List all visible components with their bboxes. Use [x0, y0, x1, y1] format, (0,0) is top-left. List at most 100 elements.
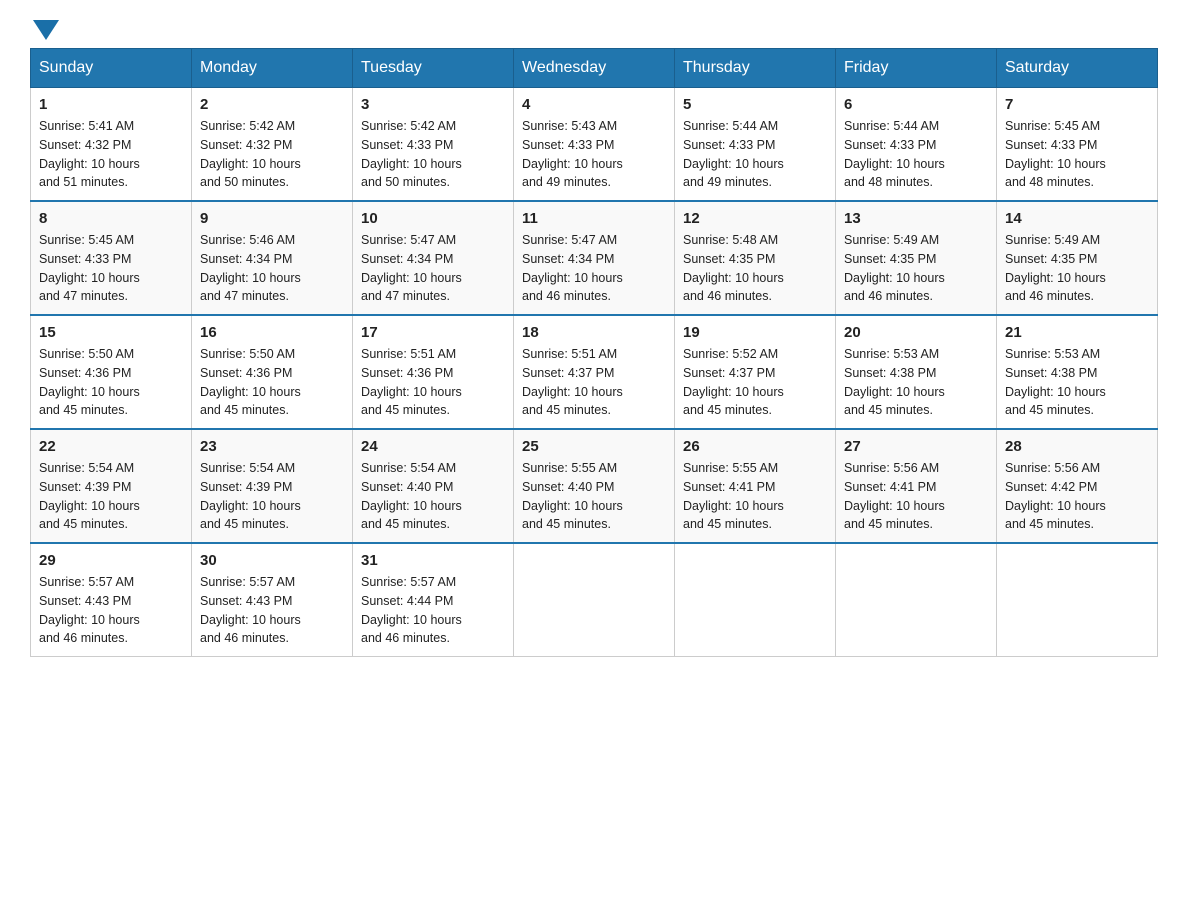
weekday-header-sunday: Sunday [31, 49, 192, 88]
calendar-week-row: 22 Sunrise: 5:54 AMSunset: 4:39 PMDayligh… [31, 429, 1158, 543]
day-number: 14 [1005, 210, 1149, 227]
calendar-cell: 26 Sunrise: 5:55 AMSunset: 4:41 PMDayligh… [675, 429, 836, 543]
calendar-cell: 18 Sunrise: 5:51 AMSunset: 4:37 PMDayligh… [514, 315, 675, 429]
day-number: 26 [683, 438, 827, 455]
calendar-cell: 12Sunrise: 5:48 AMSunset: 4:35 PMDayligh… [675, 201, 836, 315]
day-info: Sunrise: 5:56 AMSunset: 4:41 PMDaylight:… [844, 459, 988, 534]
calendar-cell: 23 Sunrise: 5:54 AMSunset: 4:39 PMDayligh… [192, 429, 353, 543]
day-number: 17 [361, 324, 505, 341]
day-info: Sunrise: 5:57 AMSunset: 4:44 PMDaylight:… [361, 573, 505, 648]
day-info: Sunrise: 5:54 AMSunset: 4:39 PMDaylight:… [200, 459, 344, 534]
day-number: 3 [361, 96, 505, 113]
day-info: Sunrise: 5:45 AMSunset: 4:33 PMDaylight:… [39, 231, 183, 306]
calendar-cell: 7 Sunrise: 5:45 AMSunset: 4:33 PMDaylight… [997, 88, 1158, 202]
day-info: Sunrise: 5:53 AMSunset: 4:38 PMDaylight:… [1005, 345, 1149, 420]
weekday-header-wednesday: Wednesday [514, 49, 675, 88]
day-info: Sunrise: 5:48 AMSunset: 4:35 PMDaylight:… [683, 231, 827, 306]
calendar-cell: 22 Sunrise: 5:54 AMSunset: 4:39 PMDayligh… [31, 429, 192, 543]
calendar-table: SundayMondayTuesdayWednesdayThursdayFrid… [30, 48, 1158, 657]
day-info: Sunrise: 5:51 AMSunset: 4:37 PMDaylight:… [522, 345, 666, 420]
calendar-cell [836, 543, 997, 657]
day-number: 24 [361, 438, 505, 455]
calendar-cell: 31 Sunrise: 5:57 AMSunset: 4:44 PMDayligh… [353, 543, 514, 657]
day-info: Sunrise: 5:50 AMSunset: 4:36 PMDaylight:… [39, 345, 183, 420]
day-number: 25 [522, 438, 666, 455]
weekday-header-monday: Monday [192, 49, 353, 88]
day-info: Sunrise: 5:54 AMSunset: 4:39 PMDaylight:… [39, 459, 183, 534]
calendar-cell: 9Sunrise: 5:46 AMSunset: 4:34 PMDaylight… [192, 201, 353, 315]
day-info: Sunrise: 5:41 AMSunset: 4:32 PMDaylight:… [39, 117, 183, 192]
day-number: 27 [844, 438, 988, 455]
weekday-header-thursday: Thursday [675, 49, 836, 88]
day-info: Sunrise: 5:43 AMSunset: 4:33 PMDaylight:… [522, 117, 666, 192]
calendar-week-row: 29 Sunrise: 5:57 AMSunset: 4:43 PMDayligh… [31, 543, 1158, 657]
day-info: Sunrise: 5:53 AMSunset: 4:38 PMDaylight:… [844, 345, 988, 420]
calendar-header-row: SundayMondayTuesdayWednesdayThursdayFrid… [31, 49, 1158, 88]
day-number: 30 [200, 552, 344, 569]
day-number: 31 [361, 552, 505, 569]
day-info: Sunrise: 5:44 AMSunset: 4:33 PMDaylight:… [844, 117, 988, 192]
calendar-cell: 25Sunrise: 5:55 AMSunset: 4:40 PMDayligh… [514, 429, 675, 543]
day-number: 5 [683, 96, 827, 113]
calendar-cell: 11Sunrise: 5:47 AMSunset: 4:34 PMDayligh… [514, 201, 675, 315]
day-info: Sunrise: 5:57 AMSunset: 4:43 PMDaylight:… [39, 573, 183, 648]
day-info: Sunrise: 5:45 AMSunset: 4:33 PMDaylight:… [1005, 117, 1149, 192]
calendar-cell: 2 Sunrise: 5:42 AMSunset: 4:32 PMDaylight… [192, 88, 353, 202]
logo [30, 20, 59, 38]
day-number: 28 [1005, 438, 1149, 455]
day-number: 18 [522, 324, 666, 341]
day-number: 21 [1005, 324, 1149, 341]
day-info: Sunrise: 5:42 AMSunset: 4:32 PMDaylight:… [200, 117, 344, 192]
day-number: 23 [200, 438, 344, 455]
day-info: Sunrise: 5:54 AMSunset: 4:40 PMDaylight:… [361, 459, 505, 534]
calendar-cell: 6Sunrise: 5:44 AMSunset: 4:33 PMDaylight… [836, 88, 997, 202]
calendar-cell: 4 Sunrise: 5:43 AMSunset: 4:33 PMDaylight… [514, 88, 675, 202]
calendar-cell [514, 543, 675, 657]
calendar-cell: 13 Sunrise: 5:49 AMSunset: 4:35 PMDayligh… [836, 201, 997, 315]
day-info: Sunrise: 5:56 AMSunset: 4:42 PMDaylight:… [1005, 459, 1149, 534]
day-info: Sunrise: 5:55 AMSunset: 4:41 PMDaylight:… [683, 459, 827, 534]
calendar-cell: 30Sunrise: 5:57 AMSunset: 4:43 PMDayligh… [192, 543, 353, 657]
day-number: 10 [361, 210, 505, 227]
calendar-cell: 21 Sunrise: 5:53 AMSunset: 4:38 PMDayligh… [997, 315, 1158, 429]
calendar-cell [675, 543, 836, 657]
calendar-cell [997, 543, 1158, 657]
calendar-week-row: 1 Sunrise: 5:41 AMSunset: 4:32 PMDaylight… [31, 88, 1158, 202]
day-info: Sunrise: 5:44 AMSunset: 4:33 PMDaylight:… [683, 117, 827, 192]
day-number: 8 [39, 210, 183, 227]
weekday-header-saturday: Saturday [997, 49, 1158, 88]
day-info: Sunrise: 5:47 AMSunset: 4:34 PMDaylight:… [361, 231, 505, 306]
calendar-cell: 24 Sunrise: 5:54 AMSunset: 4:40 PMDayligh… [353, 429, 514, 543]
day-info: Sunrise: 5:47 AMSunset: 4:34 PMDaylight:… [522, 231, 666, 306]
day-number: 2 [200, 96, 344, 113]
day-number: 9 [200, 210, 344, 227]
weekday-header-friday: Friday [836, 49, 997, 88]
calendar-week-row: 15Sunrise: 5:50 AMSunset: 4:36 PMDayligh… [31, 315, 1158, 429]
calendar-cell: 28 Sunrise: 5:56 AMSunset: 4:42 PMDayligh… [997, 429, 1158, 543]
day-number: 20 [844, 324, 988, 341]
day-info: Sunrise: 5:49 AMSunset: 4:35 PMDaylight:… [1005, 231, 1149, 306]
day-info: Sunrise: 5:50 AMSunset: 4:36 PMDaylight:… [200, 345, 344, 420]
weekday-header-tuesday: Tuesday [353, 49, 514, 88]
day-number: 7 [1005, 96, 1149, 113]
day-number: 4 [522, 96, 666, 113]
calendar-cell: 3 Sunrise: 5:42 AMSunset: 4:33 PMDaylight… [353, 88, 514, 202]
day-info: Sunrise: 5:49 AMSunset: 4:35 PMDaylight:… [844, 231, 988, 306]
calendar-cell: 29 Sunrise: 5:57 AMSunset: 4:43 PMDayligh… [31, 543, 192, 657]
day-info: Sunrise: 5:51 AMSunset: 4:36 PMDaylight:… [361, 345, 505, 420]
calendar-cell: 10 Sunrise: 5:47 AMSunset: 4:34 PMDayligh… [353, 201, 514, 315]
calendar-cell: 27 Sunrise: 5:56 AMSunset: 4:41 PMDayligh… [836, 429, 997, 543]
calendar-cell: 17 Sunrise: 5:51 AMSunset: 4:36 PMDayligh… [353, 315, 514, 429]
calendar-cell: 15Sunrise: 5:50 AMSunset: 4:36 PMDayligh… [31, 315, 192, 429]
calendar-cell: 20 Sunrise: 5:53 AMSunset: 4:38 PMDayligh… [836, 315, 997, 429]
day-info: Sunrise: 5:42 AMSunset: 4:33 PMDaylight:… [361, 117, 505, 192]
calendar-cell: 1 Sunrise: 5:41 AMSunset: 4:32 PMDaylight… [31, 88, 192, 202]
day-number: 22 [39, 438, 183, 455]
logo-triangle-icon [33, 20, 59, 40]
day-number: 29 [39, 552, 183, 569]
day-number: 13 [844, 210, 988, 227]
day-number: 1 [39, 96, 183, 113]
calendar-cell: 19Sunrise: 5:52 AMSunset: 4:37 PMDayligh… [675, 315, 836, 429]
day-number: 16 [200, 324, 344, 341]
day-info: Sunrise: 5:52 AMSunset: 4:37 PMDaylight:… [683, 345, 827, 420]
